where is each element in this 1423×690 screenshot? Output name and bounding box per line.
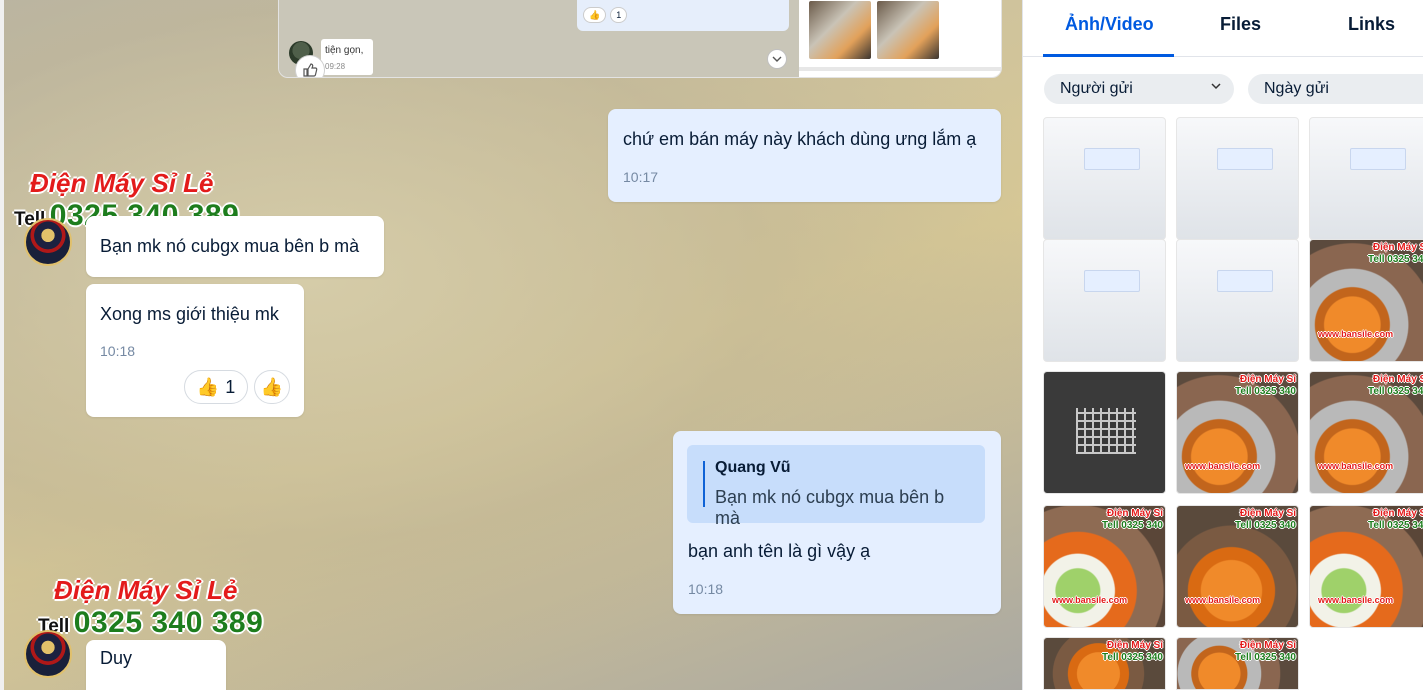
screenshot-message: tiện gọn, 09:28 xyxy=(321,39,373,75)
screenshot-message-time: 09:28 xyxy=(325,62,346,71)
avatar[interactable] xyxy=(24,218,72,266)
watermark-brand: Điện Máy Sỉ Lẻ xyxy=(30,168,214,198)
watermark-brand: Điện Máy Sỉ Lẻ xyxy=(54,575,238,605)
thumbnail-watermark-phone: Tell 0325 340 xyxy=(1368,386,1423,397)
message-time: 10:17 xyxy=(623,169,659,185)
outgoing-message[interactable]: chứ em bán máy này khách dùng ưng lắm ạ … xyxy=(608,109,1001,202)
quoted-message[interactable]: Quang Vũ Bạn mk nó cubgx mua bên b mà xyxy=(687,445,985,528)
thumbnail-watermark-site: www.bansile.com xyxy=(1052,595,1128,605)
thumbnail-watermark-phone: Tell 0325 340 xyxy=(1235,386,1296,397)
screenshot-message-card: 👍 1 xyxy=(577,0,789,31)
thumbnail-watermark-brand: Điện Máy Sỉ xyxy=(1372,242,1423,253)
thumbnail-watermark: Điện Máy SỉTell 0325 340 xyxy=(1102,508,1163,532)
quote-author: Quang Vũ xyxy=(715,459,791,476)
thumbnail-watermark: Điện Máy SỉTell 0325 340 xyxy=(1235,508,1296,532)
message-time: 10:18 xyxy=(100,343,136,359)
message-text: Duy xyxy=(100,648,133,668)
date-filter[interactable]: Ngày gửi xyxy=(1248,74,1423,104)
active-tab-indicator xyxy=(1043,54,1174,57)
message-text: bạn anh tên là gì vậy ạ xyxy=(688,541,871,561)
watermark-phone: 0325 340 389 xyxy=(73,606,264,639)
chevron-down-icon[interactable] xyxy=(767,49,787,69)
date-filter-label: Ngày gửi xyxy=(1264,80,1329,97)
thumbnail-watermark-phone: Tell 0325 340 xyxy=(1368,254,1423,265)
media-thumbnail[interactable]: Điện Máy SỉTell 0325 340 www.bansile.com xyxy=(1043,505,1166,628)
media-thumbnail[interactable]: Điện Máy SỉTell 0325 340 www.bansile.com xyxy=(1309,239,1423,362)
screenshot-reactions: 👍 1 xyxy=(583,7,628,23)
thumbnail-watermark: Điện Máy SỉTell 0325 340 xyxy=(1102,640,1163,664)
media-panel: Ảnh/Video Files Links Người gửi Ngày gửi… xyxy=(1022,0,1423,690)
thumbnail-watermark-brand: Điện Máy Sỉ xyxy=(1106,640,1163,651)
thumbnail-watermark-brand: Điện Máy Sỉ xyxy=(1106,508,1163,519)
thumbnail-watermark: Điện Máy SỉTell 0325 340 xyxy=(1368,508,1423,532)
screenshot-thumb xyxy=(809,1,871,59)
screenshot-like-icon: 👍 xyxy=(583,7,607,23)
outgoing-reply-message[interactable]: Quang Vũ Bạn mk nó cubgx mua bên b mà bạ… xyxy=(673,431,1001,614)
media-thumbnail[interactable]: Điện Máy SỉTell 0325 340 www.bansile.com xyxy=(1309,505,1423,628)
thumbnail-watermark: Điện Máy SỉTell 0325 340 xyxy=(1235,640,1296,664)
message-text: chứ em bán máy này khách dùng ưng lắm ạ xyxy=(623,129,977,149)
thumbnail-watermark-phone: Tell 0325 340 xyxy=(1235,520,1296,531)
thumbs-up-icon[interactable] xyxy=(295,55,325,77)
tab-links[interactable]: Links xyxy=(1348,14,1395,35)
thumbnail-watermark-brand: Điện Máy Sỉ xyxy=(1239,640,1296,651)
thumbnail-watermark-site: www.bansile.com xyxy=(1318,461,1394,471)
tab-photos-videos[interactable]: Ảnh/Video xyxy=(1065,14,1154,35)
message-text: Xong ms giới thiệu mk xyxy=(100,304,279,324)
screenshot-media-thumbs xyxy=(799,0,1001,77)
incoming-message[interactable]: Duy xyxy=(86,640,226,690)
thumbnail-watermark-phone: Tell 0325 340 xyxy=(1102,520,1163,531)
sender-filter[interactable]: Người gửi xyxy=(1044,74,1234,104)
thumbnail-watermark-phone: Tell 0325 340 xyxy=(1235,652,1296,663)
thumbnail-watermark-site: www.bansile.com xyxy=(1318,595,1394,605)
media-thumbnail[interactable]: Điện Máy Sỉ Tell 0325 340 xyxy=(1043,637,1166,690)
sender-filter-label: Người gửi xyxy=(1060,80,1133,97)
thumbnail-watermark-brand: Điện Máy Sỉ xyxy=(1239,508,1296,519)
thumbnail-watermark-site: www.bansile.com xyxy=(1185,461,1261,471)
reaction-badge[interactable]: 👍 1 xyxy=(184,370,248,404)
media-tabs: Ảnh/Video Files Links xyxy=(1023,0,1423,57)
screenshot-divider xyxy=(799,67,1001,71)
tab-files[interactable]: Files xyxy=(1220,14,1261,35)
thumbnail-watermark-site: www.bansile.com xyxy=(1185,595,1261,605)
screenshot-message-text: tiện gọn, xyxy=(325,45,364,56)
watermark: Điện Máy Sỉ Lẻ Tell 0325 340 389 xyxy=(38,575,263,640)
media-thumbnail[interactable]: Điện Máy SỉTell 0325 340 www.bansile.com xyxy=(1309,371,1423,494)
thumbnail-watermark-phone: Tell 0325 340 xyxy=(1368,520,1423,531)
thumbnail-watermark-brand: Điện Máy Sỉ xyxy=(1372,374,1423,385)
media-thumbnail[interactable] xyxy=(1176,117,1299,240)
incoming-message[interactable]: Bạn mk nó cubgx mua bên b mà xyxy=(86,216,384,277)
screenshot-thumb xyxy=(877,1,939,59)
incoming-message[interactable]: Xong ms giới thiệu mk 10:18 👍 1 👍 xyxy=(86,284,304,417)
media-thumbnail[interactable] xyxy=(1043,117,1166,240)
chevron-down-icon xyxy=(1210,80,1222,95)
thumbs-up-icon: 👍 xyxy=(260,376,284,397)
media-thumbnail[interactable] xyxy=(1176,239,1299,362)
add-reaction-button[interactable]: 👍 xyxy=(254,370,290,404)
screenshot-chat-area: 👍 1 tiện gọn, 09:28 xyxy=(279,0,799,77)
thumbnail-watermark: Điện Máy SỉTell 0325 340 xyxy=(1368,242,1423,266)
media-thumbnail[interactable]: Điện Máy Sỉ Tell 0325 340 xyxy=(1176,637,1299,690)
quote-text: Bạn mk nó cubgx mua bên b mà xyxy=(715,487,945,528)
thumbs-up-icon: 👍 xyxy=(196,376,220,397)
forwarded-screenshot-image[interactable]: 👍 1 tiện gọn, 09:28 xyxy=(278,0,1002,78)
avatar[interactable] xyxy=(24,630,72,678)
message-time: 10:18 xyxy=(688,581,724,597)
thumbnail-watermark-brand: Điện Máy Sỉ xyxy=(1372,508,1423,519)
thumbnail-watermark: Điện Máy SỉTell 0325 340 xyxy=(1235,374,1296,398)
thumbnail-watermark: Điện Máy SỉTell 0325 340 xyxy=(1368,374,1423,398)
chat-pane: 👍 1 tiện gọn, 09:28 chứ em bán máy này k xyxy=(0,0,1022,690)
message-text: Bạn mk nó cubgx mua bên b mà xyxy=(100,236,360,256)
thumbnail-watermark-phone: Tell 0325 340 xyxy=(1102,652,1163,663)
media-thumbnail[interactable] xyxy=(1043,239,1166,362)
thumbnail-watermark-brand: Điện Máy Sỉ xyxy=(1239,374,1296,385)
thumbnail-watermark-site: www.bansile.com xyxy=(1318,329,1394,339)
screenshot-reaction-count: 1 xyxy=(610,7,628,23)
reaction-count: 1 xyxy=(225,376,236,397)
media-thumbnail[interactable]: Điện Máy SỉTell 0325 340 www.bansile.com xyxy=(1176,505,1299,628)
media-thumbnail[interactable]: Điện Máy SỉTell 0325 340 www.bansile.com xyxy=(1176,371,1299,494)
media-thumbnail[interactable] xyxy=(1309,117,1423,240)
media-thumbnail[interactable] xyxy=(1043,371,1166,494)
